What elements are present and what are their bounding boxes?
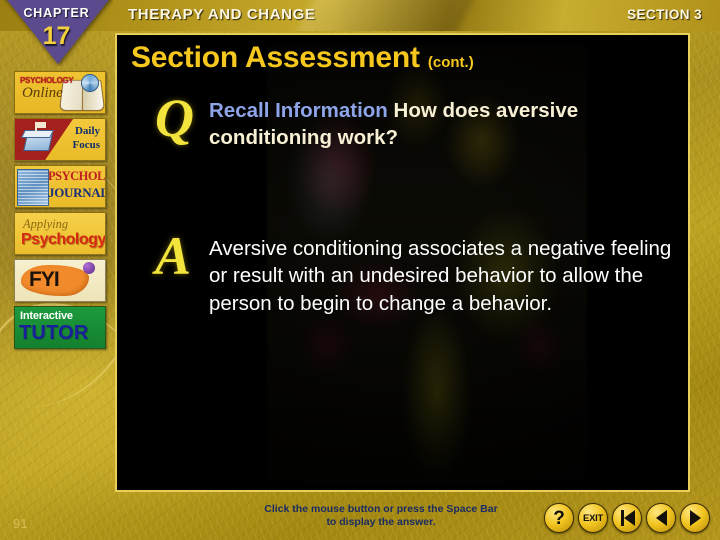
sidebar-item-sublabel: JOURNAL [48, 185, 106, 200]
compact-disc-icon [81, 74, 99, 92]
sidebar-item-sublabel: Psychology [21, 231, 106, 248]
sidebar-item-applying-psychology[interactable]: Applying Psychology [14, 212, 106, 255]
page-title: Section Assessment (cont.) [131, 41, 474, 75]
navigation-bar: ? EXIT [544, 503, 710, 533]
sidebar-item-sublabel: Online [22, 85, 63, 101]
sidebar-item-psychology-journal[interactable]: PSYCHOLOGY JOURNAL [14, 165, 106, 208]
answer-text: Aversive conditioning associates a negat… [209, 237, 672, 315]
notebook-icon [17, 169, 49, 206]
question-lead: Recall Information [209, 99, 388, 122]
sidebar-item-interactive-tutor[interactable]: Interactive TUTOR [14, 306, 106, 349]
instruction-hint: Click the mouse button or press the Spac… [236, 503, 526, 529]
previous-slide-button[interactable] [646, 503, 676, 533]
page-title-text: Section Assessment [131, 41, 420, 74]
chapter-number: 17 [42, 22, 71, 50]
first-slide-button[interactable] [612, 503, 642, 533]
triangle-left-icon [655, 510, 667, 526]
sidebar-item-label: Applying [23, 217, 69, 231]
exit-button[interactable]: EXIT [578, 503, 608, 533]
help-button[interactable]: ? [544, 503, 574, 533]
sidebar-item-label: FYI [29, 268, 60, 291]
purple-dot-icon [83, 262, 95, 274]
sidebar-item-label: PSYCHOLOGY [20, 76, 74, 85]
question-mark-icon: ? [553, 507, 565, 529]
sidebar-item-sublabel: TUTOR [19, 322, 89, 344]
sidebar-item-label: Interactive [20, 310, 73, 322]
sidebar-item-daily-focus[interactable]: Daily Focus [14, 118, 106, 161]
section-label: SECTION 3 [627, 7, 702, 22]
sidebar-item-sublabel: Focus [72, 139, 101, 151]
projector-flag-icon [37, 122, 46, 128]
chapter-label: CHAPTER [23, 6, 90, 20]
exit-label: EXIT [583, 512, 603, 524]
sidebar-item-fyi[interactable]: FYI [14, 259, 106, 302]
sidebar-item-label: Daily [74, 125, 100, 137]
question-marker: Q [155, 88, 194, 148]
page-number: 91 [13, 516, 28, 531]
projector-lid-icon [21, 130, 54, 138]
instruction-hint-line1: Click the mouse button or press the Spac… [264, 503, 498, 515]
sidebar-item-psychology-online[interactable]: PSYCHOLOGY Online [14, 71, 106, 114]
triangle-right-icon [689, 510, 701, 526]
slide-canvas: THERAPY AND CHANGE SECTION 3 CHAPTER 17 … [0, 0, 720, 540]
instruction-hint-line2: to display the answer. [326, 516, 436, 529]
answer-marker: A [155, 226, 192, 286]
sidebar-item-label: PSYCHOLOGY [48, 169, 105, 183]
chapter-badge: CHAPTER 17 [0, 0, 113, 66]
content-panel: Section Assessment (cont.) Q Recall Info… [115, 33, 690, 492]
next-slide-button[interactable] [680, 503, 710, 533]
unit-title: THERAPY AND CHANGE [128, 6, 316, 23]
question-text: Recall Information How does aversive con… [209, 97, 674, 152]
page-title-suffix: (cont.) [427, 54, 474, 71]
skip-to-start-icon [619, 510, 635, 526]
